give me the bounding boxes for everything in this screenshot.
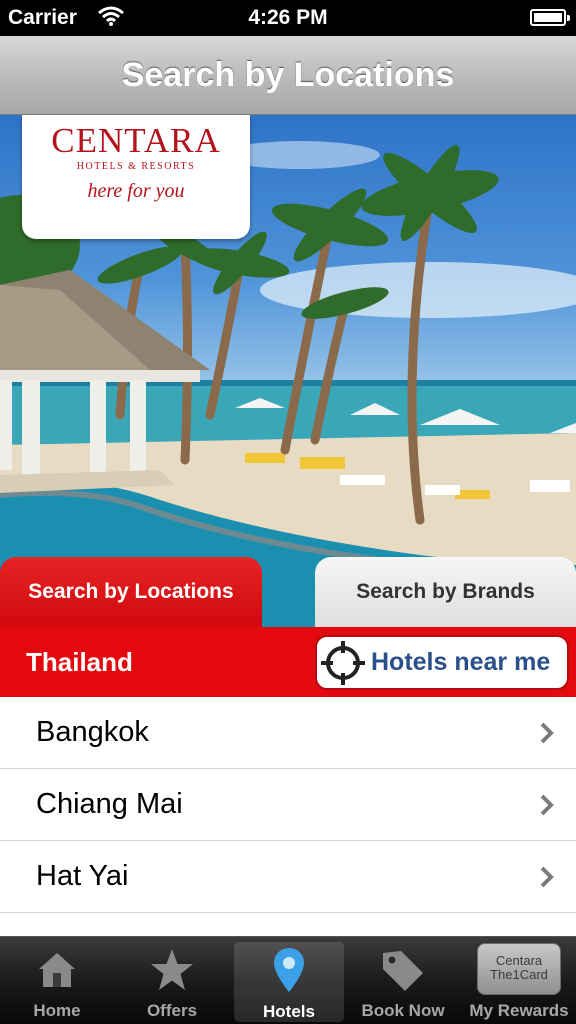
chevron-right-icon bbox=[540, 722, 554, 744]
tabbar-item-book-now[interactable]: Book Now bbox=[348, 937, 458, 1024]
home-icon bbox=[39, 953, 75, 987]
list-item-chiang-mai[interactable]: Chiang Mai bbox=[0, 769, 576, 841]
tab-label: Search by Locations bbox=[28, 580, 234, 603]
country-header: Thailand Hotels near me bbox=[0, 627, 576, 697]
tabbar-item-my-rewards[interactable]: Centara The1Card My Rewards bbox=[464, 937, 574, 1024]
logo-name: CENTARA bbox=[51, 121, 221, 160]
battery-icon bbox=[530, 9, 570, 26]
city-label: Chiang Mai bbox=[36, 788, 183, 820]
tabbar-label: My Rewards bbox=[469, 1001, 569, 1020]
city-label: Bangkok bbox=[36, 716, 149, 748]
tab-search-by-brands[interactable]: Search by Brands bbox=[315, 557, 576, 627]
status-bar: Carrier 4:26 PM bbox=[0, 0, 576, 36]
tab-label: Search by Brands bbox=[356, 580, 535, 603]
hotels-near-me-label: Hotels near me bbox=[371, 648, 551, 676]
list-item-bangkok[interactable]: Bangkok bbox=[0, 697, 576, 769]
page-title: Search by Locations bbox=[121, 55, 455, 94]
crosshair-icon bbox=[321, 640, 365, 685]
navigation-bar: Search by Locations bbox=[0, 36, 576, 115]
tabbar-label: Offers bbox=[146, 1001, 198, 1020]
list-item-hat-yai[interactable]: Hat Yai bbox=[0, 841, 576, 913]
tab-search-by-locations[interactable]: Search by Locations bbox=[0, 557, 262, 627]
city-label: Hat Yai bbox=[36, 860, 129, 892]
logo-tagline: here for you bbox=[87, 180, 185, 202]
tab-bar: Home Offers Hotels Book Now Centara The1… bbox=[0, 936, 576, 1024]
city-list: Bangkok Chiang Mai Hat Yai bbox=[0, 697, 576, 936]
logo-subtitle: HOTELS & RESORTS bbox=[76, 161, 196, 172]
tabbar-item-home[interactable]: Home bbox=[2, 937, 112, 1024]
the1card-icon: Centara The1Card bbox=[477, 943, 561, 995]
centara-logo: CENTARA HOTELS & RESORTS here for you bbox=[22, 115, 250, 239]
tag-icon bbox=[383, 951, 423, 991]
location-pin-icon bbox=[274, 948, 304, 992]
chevron-right-icon bbox=[540, 794, 554, 816]
tabbar-label: Home bbox=[33, 1001, 81, 1020]
tabbar-label: Book Now bbox=[361, 1001, 445, 1020]
tabbar-item-hotels[interactable]: Hotels bbox=[234, 942, 344, 1022]
clock: 4:26 PM bbox=[248, 6, 328, 29]
star-icon bbox=[151, 949, 193, 990]
country-name: Thailand bbox=[26, 646, 133, 677]
tabbar-item-offers[interactable]: Offers bbox=[117, 937, 227, 1024]
tabbar-label: Hotels bbox=[263, 1002, 315, 1021]
hotels-near-me-button[interactable]: Hotels near me bbox=[315, 635, 569, 690]
chevron-right-icon bbox=[540, 866, 554, 888]
